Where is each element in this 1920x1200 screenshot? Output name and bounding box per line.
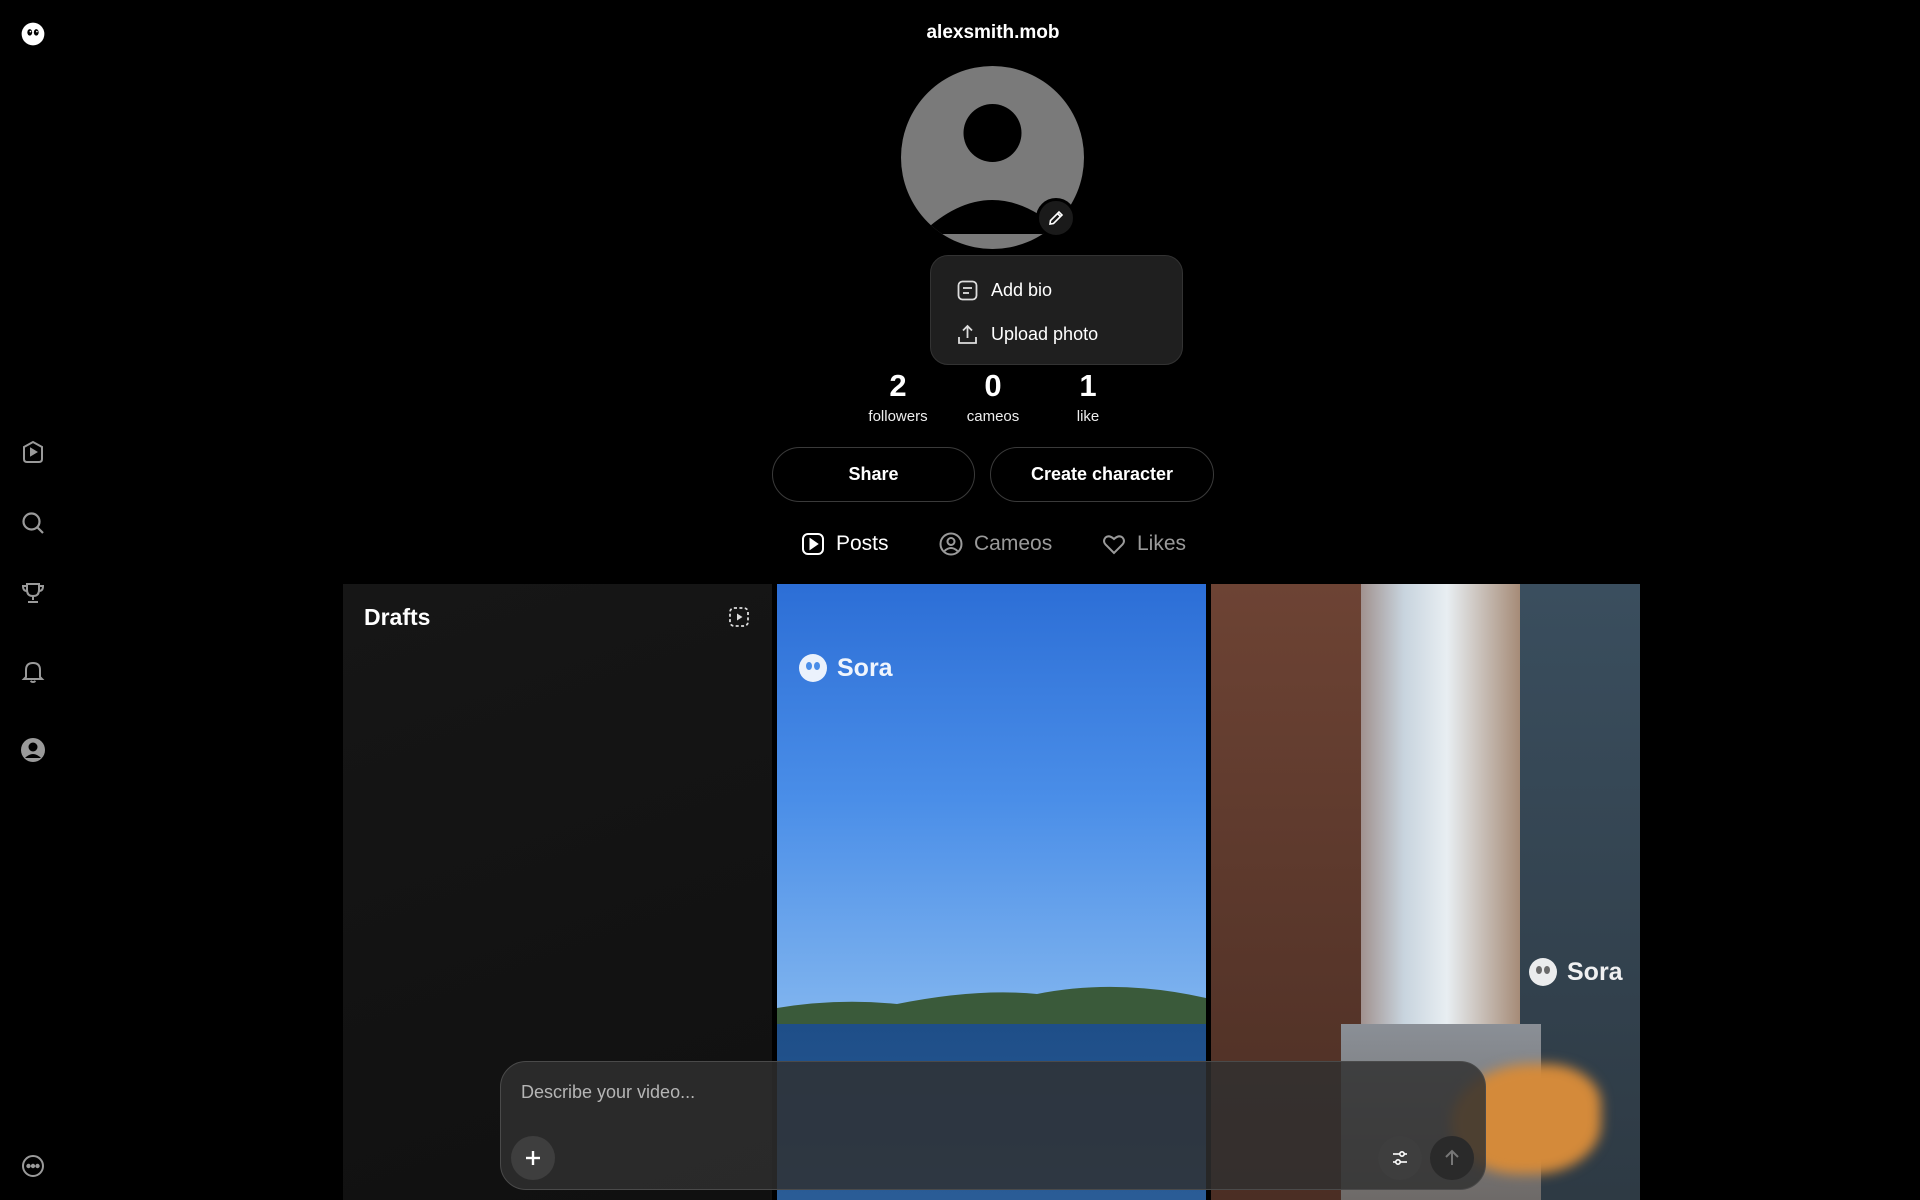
cameos-label: cameos — [966, 408, 1020, 425]
sora-watermark-text: Sora — [837, 653, 893, 682]
arrow-up-icon — [1445, 1149, 1459, 1165]
followers-stat[interactable]: 2 followers — [848, 368, 948, 425]
tab-posts[interactable]: Posts — [800, 528, 889, 560]
submit-button[interactable] — [1430, 1136, 1474, 1180]
sora-logo-icon — [799, 654, 827, 682]
feed-icon[interactable] — [17, 436, 49, 468]
upload-photo-label: Upload photo — [991, 323, 1099, 344]
tab-posts-label: Posts — [836, 532, 889, 555]
add-bio-menu-item[interactable]: Add bio — [931, 268, 1182, 312]
profile-username: alexsmith.mob — [926, 22, 1060, 43]
heart-icon — [1103, 535, 1125, 555]
create-character-button[interactable]: Create character — [990, 447, 1214, 502]
settings-button[interactable] — [1378, 1136, 1422, 1180]
tab-likes[interactable]: Likes — [1101, 528, 1186, 560]
followers-count: 2 — [889, 368, 907, 403]
add-button[interactable] — [511, 1136, 555, 1180]
more-icon[interactable] — [17, 1150, 49, 1182]
tab-cameos[interactable]: Cameos — [938, 528, 1052, 560]
search-icon[interactable] — [17, 507, 49, 539]
edit-avatar-button[interactable] — [1036, 198, 1076, 238]
cameos-stat[interactable]: 0 cameos — [943, 368, 1043, 425]
cameos-count: 0 — [984, 368, 1002, 403]
upload-photo-menu-item[interactable]: Upload photo — [931, 312, 1182, 356]
sora-watermark: Sora — [797, 652, 893, 684]
drafts-title: Drafts — [364, 604, 431, 630]
video-prompt-composer — [500, 1061, 1486, 1190]
followers-label: followers — [868, 408, 928, 425]
prompt-input[interactable] — [521, 1082, 1221, 1103]
share-button[interactable]: Share — [772, 447, 975, 502]
add-bio-label: Add bio — [991, 279, 1053, 300]
bio-icon — [957, 280, 978, 300]
play-square-icon — [802, 533, 824, 555]
likes-label: like — [1076, 408, 1100, 425]
likes-count: 1 — [1079, 368, 1097, 403]
person-circle-icon — [939, 532, 963, 556]
trophy-icon[interactable] — [17, 577, 49, 609]
drafts-icon[interactable] — [728, 606, 750, 628]
avatar-menu: Add bio Upload photo — [930, 255, 1183, 365]
tab-cameos-label: Cameos — [974, 532, 1053, 555]
sliders-icon — [1393, 1150, 1407, 1166]
profile-icon[interactable] — [17, 734, 49, 766]
upload-icon — [958, 324, 977, 344]
sora-watermark: Sora — [1527, 956, 1623, 988]
tab-likes-label: Likes — [1137, 532, 1187, 555]
sora-watermark-text: Sora — [1567, 957, 1623, 986]
plus-icon — [526, 1151, 540, 1165]
bell-icon[interactable] — [17, 655, 49, 687]
likes-stat[interactable]: 1 like — [1038, 368, 1138, 425]
sora-logo-icon — [1529, 958, 1557, 986]
